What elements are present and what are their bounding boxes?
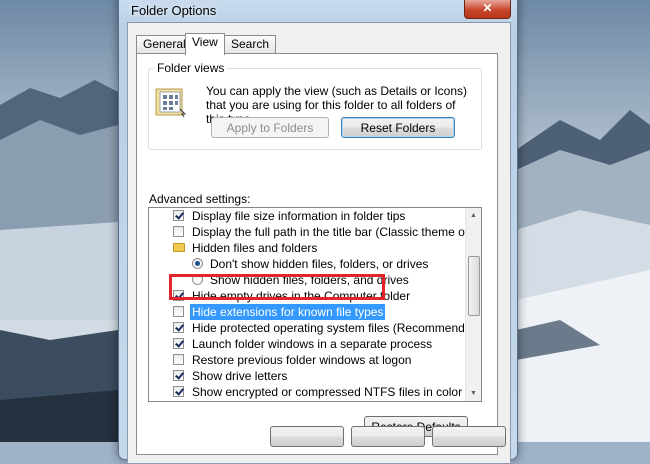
- list-item-label: Launch folder windows in a separate proc…: [192, 337, 433, 351]
- annotation-highlight-box: [169, 274, 385, 300]
- checkbox[interactable]: [173, 354, 184, 365]
- list-scrollbar[interactable]: ▲ ▼: [465, 208, 481, 401]
- tab-view[interactable]: View: [185, 33, 225, 55]
- list-item-label: Don't show hidden files, folders, or dri…: [210, 257, 429, 271]
- folder-views-group: Folder views You can apply the view (suc…: [148, 61, 482, 150]
- list-item-label: Show encrypted or compressed NTFS files …: [192, 385, 463, 399]
- advanced-settings-list[interactable]: Display file size information in folder …: [148, 207, 482, 402]
- checkbox[interactable]: [173, 226, 184, 237]
- dialog-client-area: General View Search Folder views You can…: [127, 22, 511, 464]
- checkbox[interactable]: [173, 322, 184, 333]
- checkbox[interactable]: [173, 210, 184, 221]
- close-button[interactable]: ✕: [464, 0, 511, 19]
- apply-button[interactable]: [432, 426, 506, 447]
- list-item-label: Hide protected operating system files (R…: [192, 321, 482, 335]
- view-tab-panel: Folder views You can apply the view (suc…: [136, 53, 498, 455]
- ok-button[interactable]: [270, 426, 344, 447]
- scrollbar-thumb[interactable]: [468, 256, 480, 316]
- scroll-down-arrow-icon[interactable]: ▼: [466, 386, 481, 401]
- tab-search[interactable]: Search: [224, 35, 277, 53]
- checkbox[interactable]: [173, 370, 184, 381]
- checkbox[interactable]: [173, 386, 184, 397]
- list-item-label: Hidden files and folders: [192, 241, 318, 255]
- list-item-label: Display file size information in folder …: [192, 209, 406, 223]
- list-item-label-selected: Hide extensions for known file types: [190, 304, 386, 320]
- list-item-label: Show drive letters: [192, 369, 288, 383]
- radio-button[interactable]: [192, 258, 203, 269]
- list-item-label: Restore previous folder windows at logon: [192, 353, 412, 367]
- advanced-settings-label: Advanced settings:: [149, 192, 251, 206]
- folder-views-label: Folder views: [154, 61, 228, 75]
- folder-views-icon: [155, 88, 187, 118]
- scroll-up-arrow-icon[interactable]: ▲: [466, 208, 481, 223]
- checkbox[interactable]: [173, 306, 184, 317]
- folder-icon: [173, 243, 185, 252]
- folder-options-window: Folder Options ✕ General View Search Fol…: [118, 0, 518, 464]
- window-title: Folder Options: [131, 3, 217, 18]
- list-item-label: Display the full path in the title bar (…: [192, 225, 482, 239]
- apply-to-folders-button[interactable]: Apply to Folders: [211, 117, 329, 138]
- checkbox[interactable]: [173, 338, 184, 349]
- cancel-button[interactable]: [351, 426, 425, 447]
- reset-folders-button[interactable]: Reset Folders: [341, 117, 455, 138]
